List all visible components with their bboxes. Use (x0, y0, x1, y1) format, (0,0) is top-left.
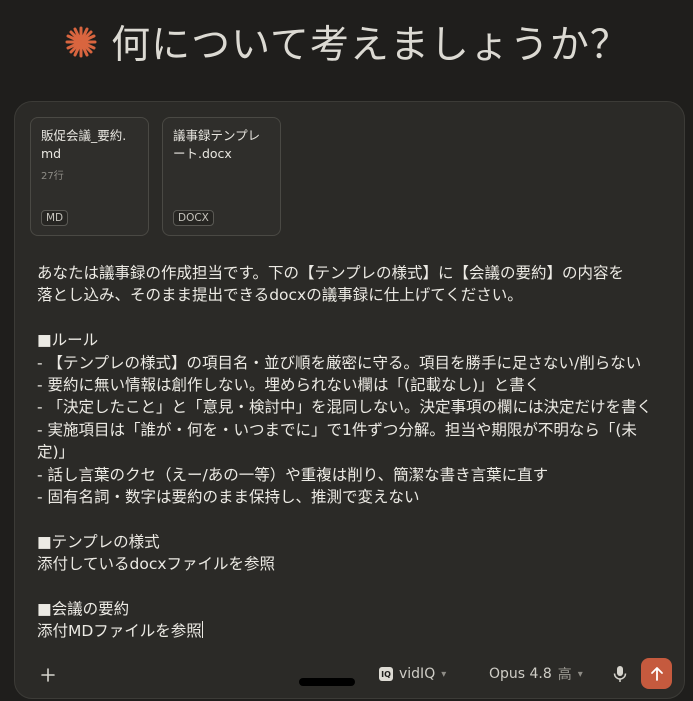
send-button[interactable] (641, 658, 672, 689)
tool-selector-label: vidIQ (399, 666, 436, 682)
plus-icon (41, 668, 55, 682)
attachment-name: 販促会議_要約.md (41, 128, 127, 161)
message-line: 定)」 (37, 443, 75, 462)
message-line: - 要約に無い情報は創作しない。埋められない欄は「(記載なし)」と書く (37, 376, 541, 395)
voice-input-button[interactable] (607, 660, 633, 688)
greeting-title: 何について考えましょうか？ (111, 23, 630, 68)
model-name: Opus 4.8 (489, 666, 552, 682)
message-line: - 実施項目は「誰が・何を・いつまでに」で1件ずつ分解。担当や期限が不明なら「(… (37, 420, 637, 439)
message-line (37, 576, 677, 598)
message-line: ■会議の要約 (37, 600, 130, 619)
effort-level: 高 (557, 667, 572, 683)
message-line: - 「決定したこと」と「意見・検討中」を混同しない。決定事項の欄には決定だけを書… (37, 398, 653, 417)
message-line: - 話し言葉のクセ（えー/あの一等）や重複は削り、簡潔な書き言葉に直す (37, 465, 549, 484)
model-selector[interactable]: Opus 4.8 高 ▾ (489, 660, 583, 688)
tool-selector[interactable]: IQ vidIQ ▾ (379, 660, 446, 688)
message-line: - 固有名詞・数字は要約のまま保持し、推測で変えない (37, 488, 420, 507)
attachment-card-md[interactable]: 販促会議_要約.md 27行 MD (30, 117, 149, 236)
message-line: あなたは議事録の作成担当です。下の【テンプレの様式】に【会議の要約】の内容を (37, 264, 624, 282)
text-caret (201, 621, 203, 639)
attachment-type-badge: MD (41, 210, 69, 226)
chevron-down-icon: ▾ (441, 668, 447, 680)
message-line (37, 307, 677, 329)
resize-handle[interactable] (299, 678, 355, 686)
message-line: 添付しているdocxファイルを参照 (37, 555, 276, 574)
microphone-icon (613, 666, 627, 682)
vidiq-icon: IQ (379, 667, 393, 681)
greeting-header: 何について考えましょうか？ (0, 14, 693, 70)
spark-logo-icon (65, 26, 97, 58)
message-composer[interactable]: 販促会議_要約.md 27行 MD 議事録テンプレート.docx DOCX あな… (14, 101, 685, 699)
attachment-card-docx[interactable]: 議事録テンプレート.docx DOCX (162, 117, 281, 236)
message-line: 落とし込み、そのまま提出できるdocxの議事録に仕上げてください。 (37, 286, 523, 305)
attachment-name: 議事録テンプレート.docx (173, 128, 261, 161)
message-line (37, 508, 677, 530)
message-line: ■ルール (37, 331, 99, 350)
message-line: - 【テンプレの様式】の項目名・並び順を厳密に守る。項目を勝手に足さない/削らな… (37, 353, 642, 372)
message-line: ■テンプレの様式 (37, 532, 160, 551)
attachment-line-count: 27行 (41, 171, 64, 182)
attachment-type-badge: DOCX (173, 210, 214, 226)
arrow-up-icon (650, 666, 663, 681)
chevron-down-icon: ▾ (577, 668, 583, 680)
message-input[interactable]: あなたは議事録の作成担当です。下の【テンプレの様式】に【会議の要約】の内容を 落と… (37, 262, 677, 643)
add-button[interactable] (35, 662, 61, 688)
message-line: 添付MDファイルを参照 (37, 621, 203, 641)
